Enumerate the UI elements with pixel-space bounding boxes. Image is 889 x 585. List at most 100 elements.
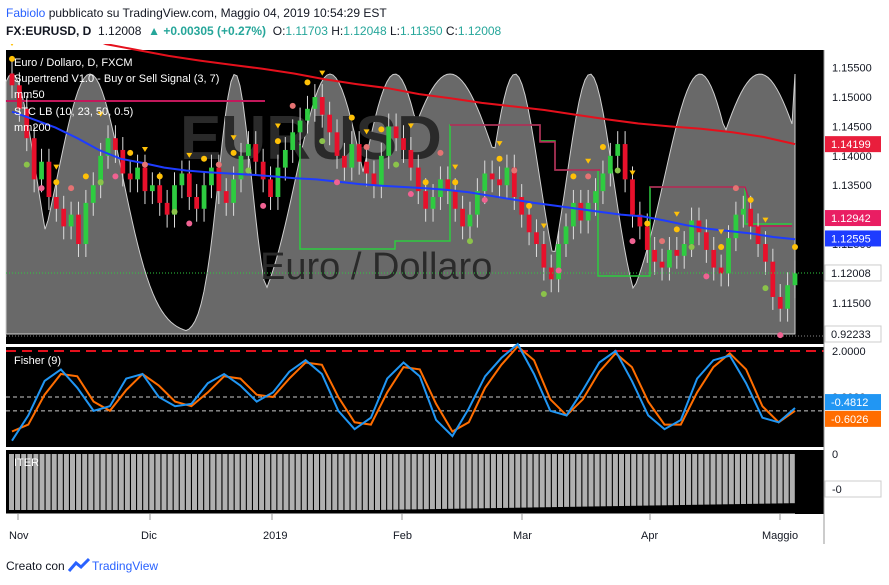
iter-bar bbox=[124, 454, 130, 510]
candle-body bbox=[127, 173, 133, 180]
iter-bar bbox=[484, 454, 490, 509]
candle-body bbox=[371, 173, 377, 186]
iter-bar bbox=[314, 454, 319, 510]
candle-body bbox=[659, 261, 665, 268]
iter-bar bbox=[545, 454, 551, 508]
candle-body bbox=[149, 185, 155, 192]
iter-bar bbox=[94, 454, 100, 510]
iter-tick: -0 bbox=[832, 484, 842, 496]
open-value: 1.11703 bbox=[285, 24, 328, 38]
candle-body bbox=[378, 155, 384, 186]
iter-bar bbox=[478, 454, 484, 509]
candle-body bbox=[164, 202, 170, 215]
iter-bar bbox=[228, 454, 234, 510]
iter-bar bbox=[625, 454, 631, 506]
legend-item-supertrend: Supertrend V1.0 - Buy or Sell Signal (3,… bbox=[14, 73, 219, 85]
iter-bar bbox=[716, 454, 722, 505]
candle-body bbox=[356, 144, 362, 162]
time-tick-label: Feb bbox=[393, 530, 412, 542]
chart-header: Fabiolo pubblicato su TradingView.com, M… bbox=[0, 0, 889, 44]
candle-body bbox=[142, 167, 148, 192]
candle-body bbox=[327, 114, 333, 133]
iter-bar bbox=[509, 454, 515, 508]
signal-dot bbox=[422, 179, 429, 186]
iter-bar bbox=[76, 454, 82, 510]
iter-bar bbox=[253, 454, 258, 510]
signal-dot bbox=[53, 179, 60, 186]
signal-dot bbox=[673, 226, 680, 233]
signal-dot bbox=[511, 167, 518, 174]
candle-body bbox=[238, 155, 244, 180]
author-link[interactable]: Fabiolo bbox=[6, 6, 45, 20]
iter-bar bbox=[466, 454, 472, 509]
candle-body bbox=[334, 132, 340, 156]
iter-bar bbox=[301, 454, 307, 510]
candle-body bbox=[135, 167, 140, 180]
iter-bar bbox=[387, 454, 393, 510]
iter-bar bbox=[698, 454, 704, 505]
iter-bar bbox=[734, 454, 740, 505]
candle-body bbox=[268, 179, 273, 197]
chart-svg[interactable]: EURUSD Euro / Dollaro Euro / Dollaro, D,… bbox=[0, 13, 889, 549]
iter-bar bbox=[521, 454, 527, 508]
ohlc-line: FX:EURUSD, D 1.12008 ▲ +0.00305 (+0.27%)… bbox=[6, 24, 501, 38]
low-label: L: bbox=[389, 24, 400, 38]
candle-body bbox=[179, 173, 185, 186]
candle-body bbox=[282, 149, 288, 168]
chart-area[interactable]: EURUSD Euro / Dollaro Euro / Dollaro, D,… bbox=[0, 13, 889, 549]
iter-bar bbox=[594, 454, 600, 507]
iter-bar bbox=[39, 454, 45, 510]
signal-dot bbox=[792, 243, 798, 250]
candle-body bbox=[482, 173, 488, 192]
price-tick: 1.11500 bbox=[832, 298, 871, 310]
signal-dot bbox=[570, 173, 577, 180]
candle-body bbox=[504, 167, 510, 186]
candle-body bbox=[630, 179, 635, 215]
signal-dot bbox=[526, 202, 533, 209]
iter-bar bbox=[399, 454, 405, 510]
iter-bar bbox=[246, 454, 252, 510]
candle-body bbox=[312, 97, 318, 109]
close-label: C: bbox=[445, 24, 458, 38]
iter-bar bbox=[667, 454, 673, 506]
signal-dot bbox=[304, 79, 311, 86]
iter-bar bbox=[112, 454, 118, 510]
signal-dot bbox=[585, 173, 592, 180]
signal-dot bbox=[38, 185, 45, 192]
iter-bar bbox=[88, 454, 94, 510]
candle-body bbox=[711, 249, 717, 268]
high-value: 1.12048 bbox=[343, 24, 387, 38]
signal-dot bbox=[334, 179, 341, 186]
signal-dot bbox=[201, 155, 208, 162]
candle-body bbox=[792, 273, 798, 286]
candle-body bbox=[342, 155, 347, 168]
iter-bar bbox=[192, 454, 197, 510]
fisher-tick: 2.0000 bbox=[832, 346, 866, 358]
iter-bar bbox=[631, 454, 637, 506]
iter-bar bbox=[411, 454, 417, 510]
candle-body bbox=[83, 202, 89, 245]
candle-body bbox=[157, 185, 163, 203]
candle-body bbox=[393, 126, 399, 139]
candle-body bbox=[216, 167, 222, 192]
iter-bar bbox=[381, 454, 387, 510]
candle-body bbox=[423, 191, 429, 209]
iter-bar bbox=[271, 454, 277, 510]
price-badge-label: 1.14199 bbox=[831, 139, 871, 151]
iter-bar bbox=[155, 454, 161, 510]
price-tick: 1.15000 bbox=[832, 92, 872, 104]
iter-bar bbox=[429, 454, 435, 510]
iter-bar bbox=[131, 454, 136, 510]
price-badge-label: 1.12595 bbox=[831, 233, 871, 245]
iter-bar bbox=[558, 454, 563, 507]
candle-body bbox=[607, 155, 613, 174]
iter-bar bbox=[692, 454, 698, 505]
time-tick-label: Dic bbox=[141, 530, 157, 542]
iter-bar bbox=[204, 454, 210, 510]
iter-bar bbox=[539, 454, 545, 508]
low-value: 1.11350 bbox=[400, 24, 443, 38]
tradingview-brand-link[interactable]: TradingView bbox=[92, 559, 158, 573]
signal-dot bbox=[127, 149, 134, 156]
candle-body bbox=[770, 261, 776, 297]
candle-body bbox=[46, 161, 52, 197]
